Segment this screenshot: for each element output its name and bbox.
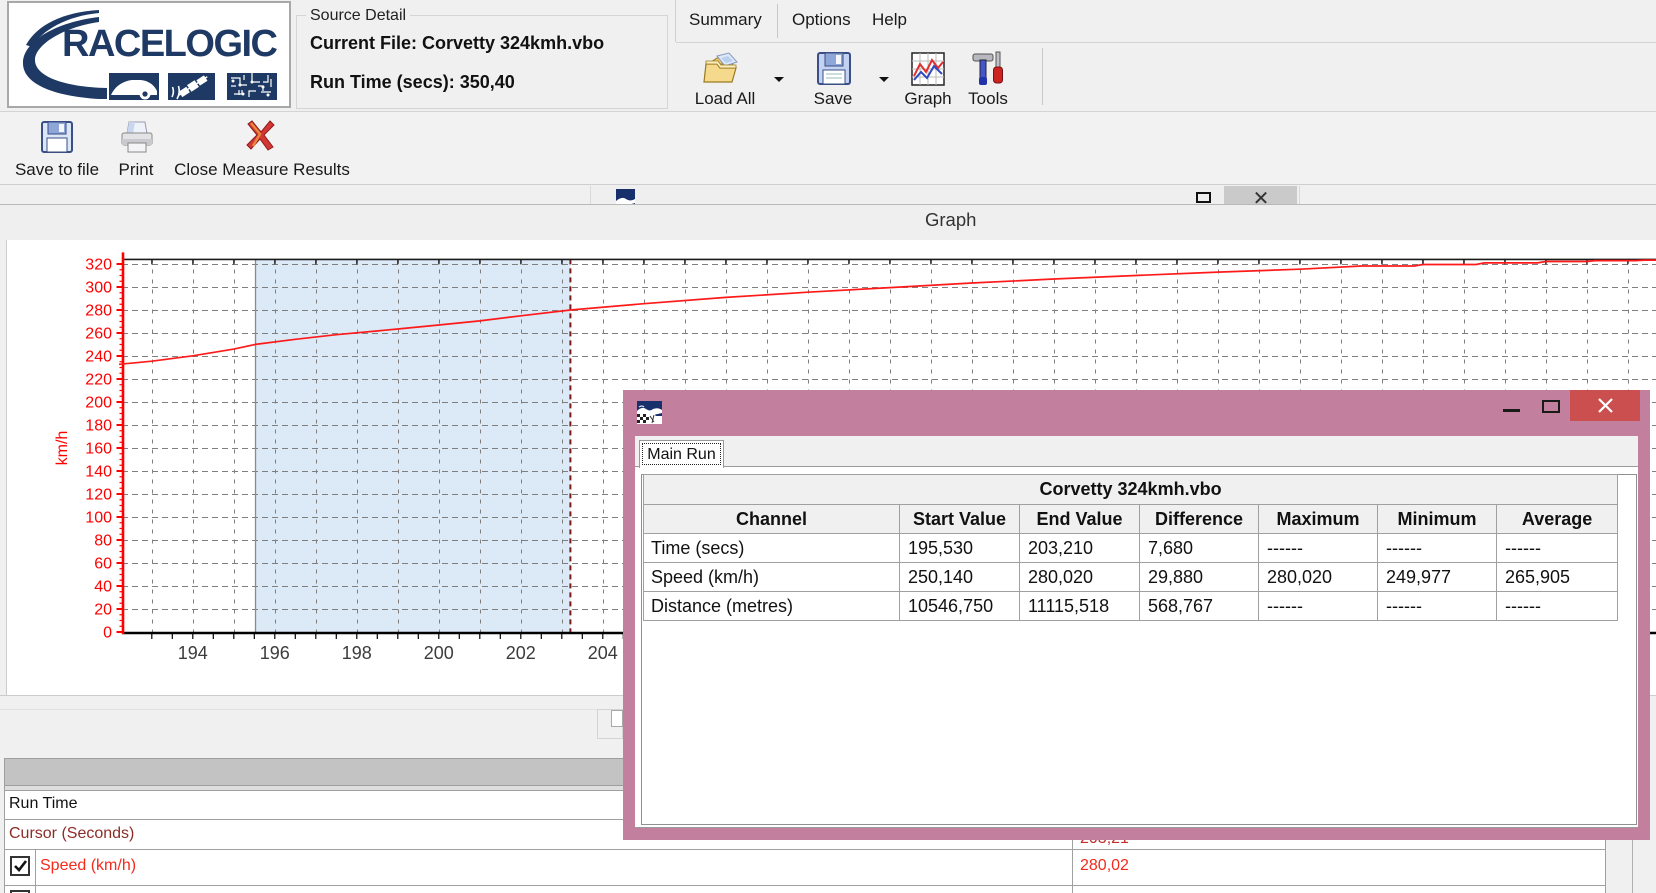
svg-text:120: 120 — [85, 487, 112, 504]
svg-text:0: 0 — [103, 625, 112, 642]
svg-text:RACELOGIC: RACELOGIC — [62, 23, 278, 65]
svg-text:202: 202 — [506, 643, 536, 663]
svg-text:140: 140 — [85, 464, 112, 481]
svg-text:300: 300 — [85, 280, 112, 297]
svg-text:200: 200 — [424, 643, 454, 663]
svg-text:20: 20 — [94, 602, 112, 619]
svg-text:180: 180 — [85, 418, 112, 435]
svg-text:200: 200 — [85, 395, 112, 412]
svg-text:320: 320 — [85, 257, 112, 274]
svg-text:80: 80 — [94, 533, 112, 550]
svg-text:204: 204 — [588, 643, 618, 663]
svg-text:280: 280 — [85, 303, 112, 320]
svg-text:60: 60 — [94, 556, 112, 573]
svg-text:260: 260 — [85, 326, 112, 343]
svg-text:km/h: km/h — [54, 431, 71, 466]
svg-text:100: 100 — [85, 510, 112, 527]
svg-text:40: 40 — [94, 579, 112, 596]
svg-text:240: 240 — [85, 349, 112, 366]
svg-text:220: 220 — [85, 372, 112, 389]
svg-text:194: 194 — [178, 643, 208, 663]
svg-text:196: 196 — [260, 643, 290, 663]
svg-text:198: 198 — [342, 643, 372, 663]
svg-text:160: 160 — [85, 441, 112, 458]
